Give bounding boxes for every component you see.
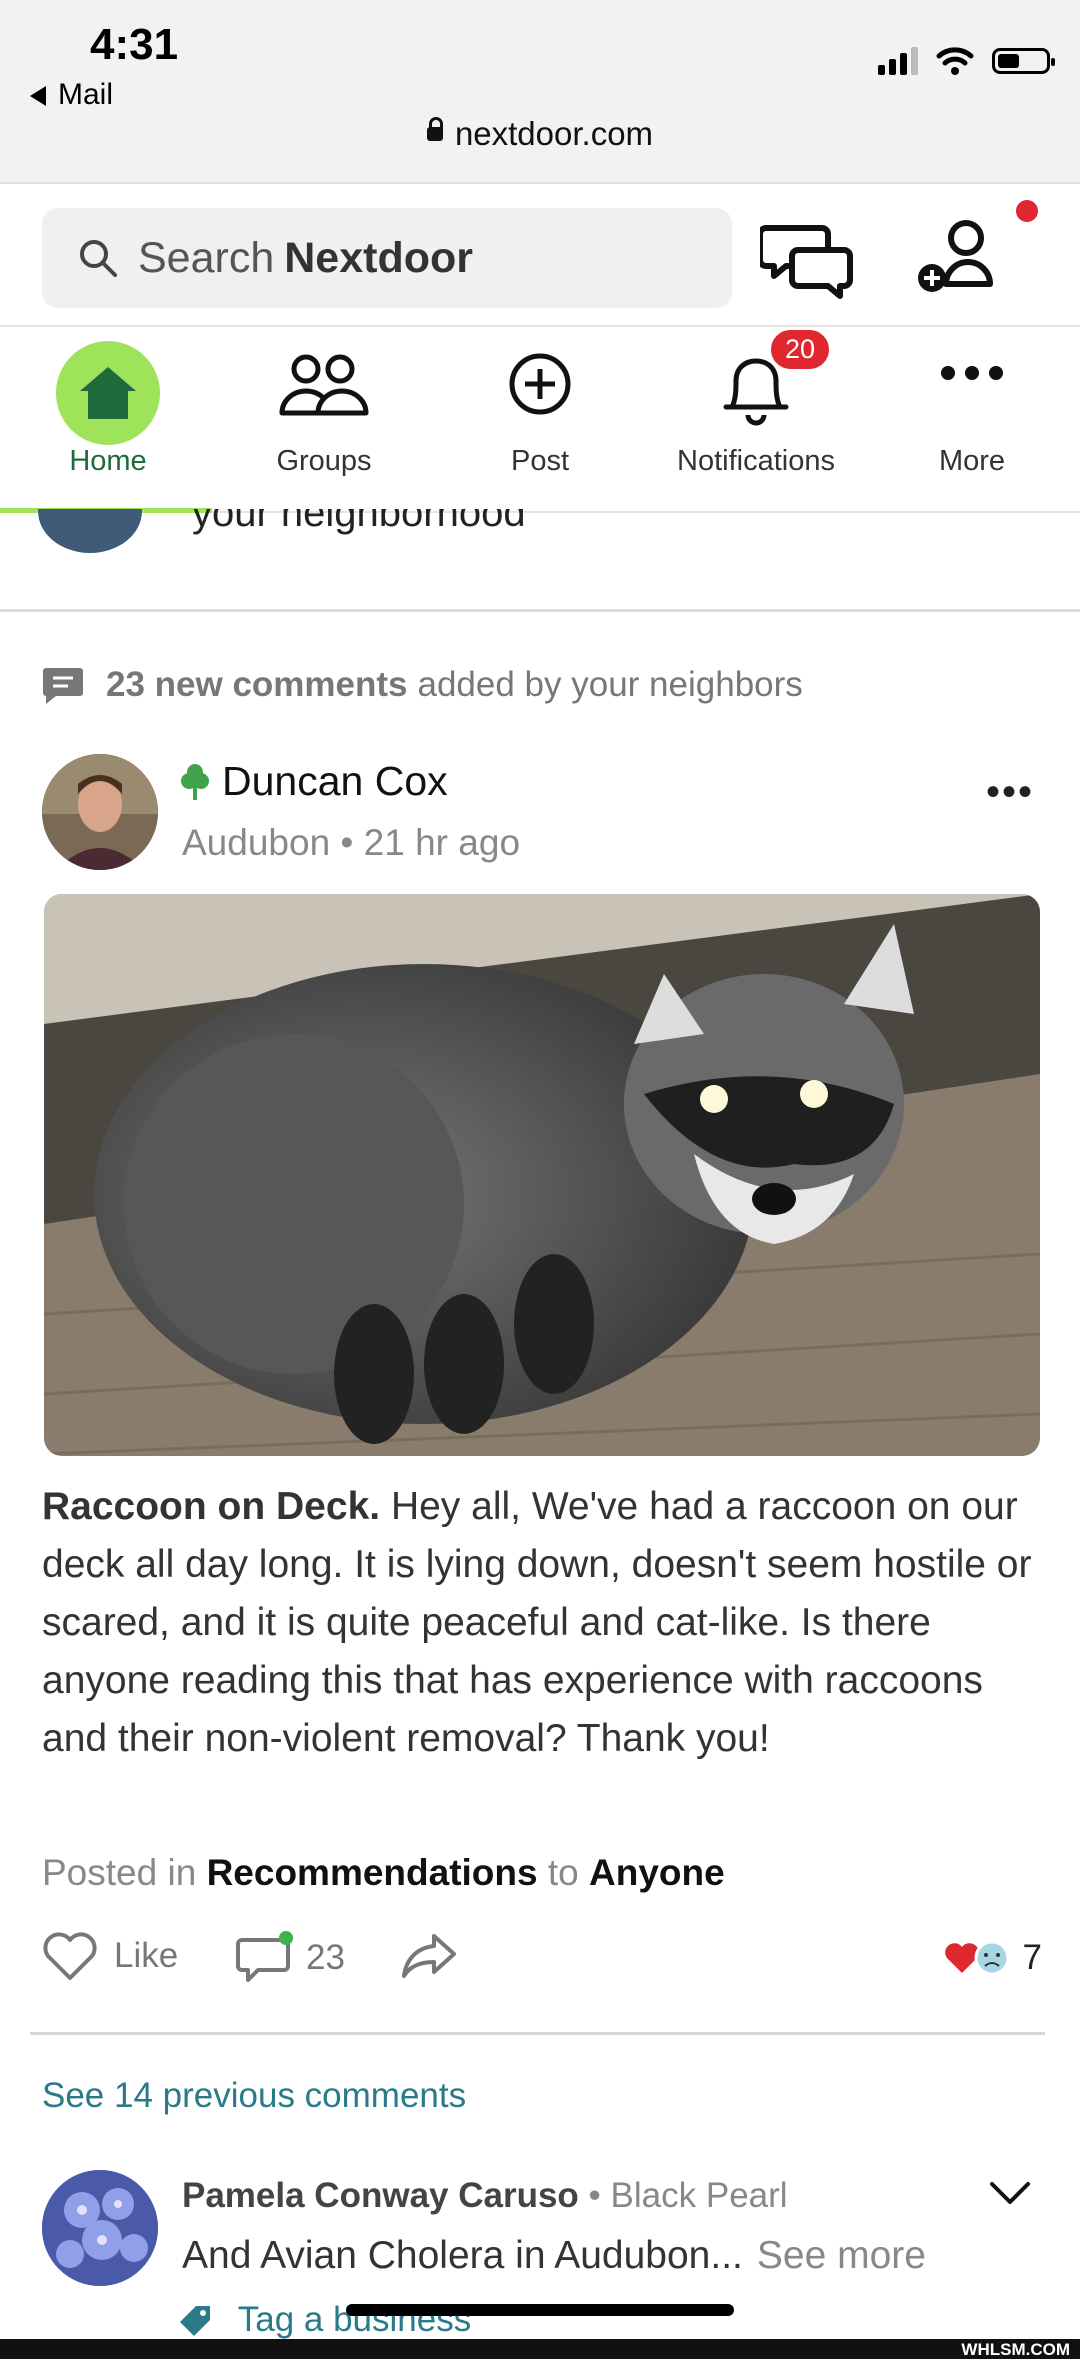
heart-outline-icon [43, 1932, 97, 1980]
back-to-mail[interactable]: Mail [30, 78, 113, 112]
commenter-neighborhood: Black Pearl [610, 2176, 788, 2215]
comment-icon [43, 668, 83, 704]
invite-neighbors-button[interactable] [910, 202, 1010, 307]
browser-status-bar: 4:31 Mail nextdoor.com [0, 0, 1080, 184]
comment-text: And Avian Cholera in Audubon... See more [182, 2234, 926, 2277]
tab-home[interactable]: Home [0, 327, 216, 513]
chevron-down-icon[interactable] [988, 2178, 1032, 2213]
tab-notifications[interactable]: 20 Notifications [648, 327, 864, 511]
tab-more[interactable]: More [864, 327, 1080, 511]
avatar [38, 509, 142, 553]
previous-card-peek: your neighborhood [0, 509, 1080, 612]
app-header: Search Nextdoor [0, 184, 1080, 324]
clock: 4:31 [90, 20, 179, 69]
tag-icon [180, 2305, 210, 2336]
post-meta: Audubon • 21 hr ago [182, 822, 521, 863]
sad-face-reaction-icon [974, 1940, 1010, 1976]
comment-button[interactable]: 23 [236, 1930, 345, 1986]
post-photo[interactable] [44, 894, 1040, 1456]
wifi-icon [936, 47, 974, 75]
audience-link[interactable]: Anyone [589, 1852, 725, 1893]
battery-icon [992, 48, 1055, 74]
commenter-name[interactable]: Pamela Conway Caruso [182, 2176, 579, 2215]
share-button[interactable] [400, 1930, 460, 1980]
commenter-line: Pamela Conway Caruso • Black Pearl [182, 2176, 788, 2215]
tab-groups[interactable]: Groups [216, 327, 432, 511]
plus-circle-icon [505, 349, 575, 424]
reactions-summary[interactable]: 7 [943, 1938, 1042, 1978]
notification-dot [1016, 200, 1038, 222]
back-arrow-icon [30, 86, 46, 107]
post-body: Raccoon on Deck. Hey all, We've had a ra… [42, 1478, 1042, 1768]
tree-icon [181, 763, 209, 800]
messages-button[interactable] [757, 220, 856, 305]
new-comments-banner[interactable]: 23 new comments added by your neighbors [42, 664, 803, 706]
home-indicator[interactable] [346, 2304, 734, 2316]
lock-icon [426, 117, 443, 142]
post-actions: Like 23 7 [42, 1930, 1042, 2000]
more-dots-icon [939, 363, 1005, 388]
commenter-avatar[interactable] [42, 2170, 158, 2286]
groups-icon [278, 351, 370, 426]
search-input[interactable]: Search Nextdoor [42, 208, 732, 308]
post-category-line: Posted in Recommendations to Anyone [42, 1852, 725, 1893]
like-button[interactable]: Like [42, 1930, 178, 1982]
chat-bubbles-icon [757, 225, 853, 299]
tab-post[interactable]: Post [432, 327, 648, 511]
divider [30, 2032, 1045, 2035]
see-more-link[interactable]: See more [757, 2234, 926, 2277]
cellular-signal-icon [878, 47, 918, 75]
comment-bubble-icon [236, 1931, 293, 1982]
add-person-icon [918, 220, 993, 292]
search-icon [80, 240, 117, 277]
notification-count-badge: 20 [768, 327, 833, 372]
see-previous-comments-link[interactable]: See 14 previous comments [42, 2076, 466, 2116]
watermark-strip [0, 2339, 1080, 2359]
author-name[interactable]: Duncan Cox [180, 758, 448, 805]
post-options-icon[interactable]: ••• [986, 770, 1034, 815]
category-link[interactable]: Recommendations [207, 1852, 538, 1893]
bottom-tab-nav: Home Groups Post 20 Notifications More [0, 325, 1080, 513]
watermark: WHLSM.COM [961, 2340, 1070, 2359]
system-icons [878, 46, 1055, 76]
post-title: Raccoon on Deck. [42, 1485, 381, 1528]
share-arrow-icon [402, 1934, 456, 1978]
address-bar[interactable]: nextdoor.com [0, 115, 1080, 153]
home-icon [56, 341, 160, 445]
author-avatar[interactable] [42, 754, 158, 870]
